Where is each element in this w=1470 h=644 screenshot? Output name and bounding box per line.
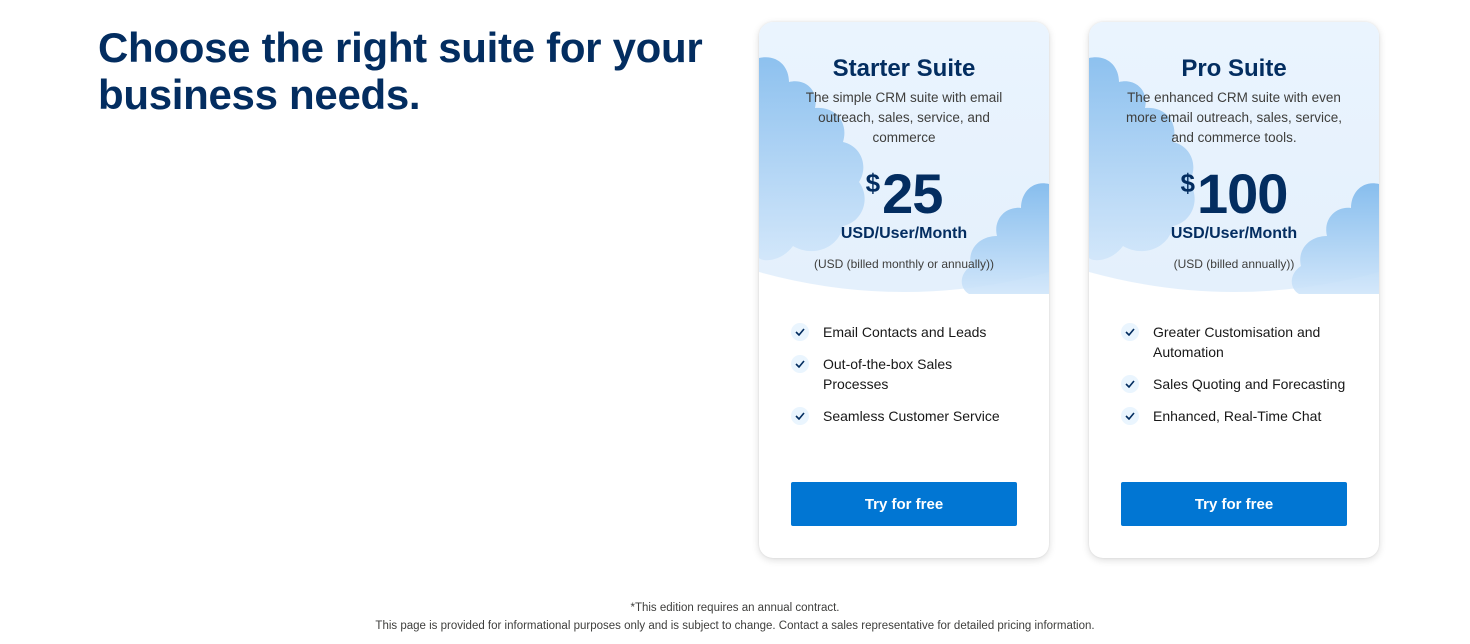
feature-text: Email Contacts and Leads — [823, 324, 987, 340]
feature-item: Seamless Customer Service — [791, 406, 1021, 426]
try-for-free-button[interactable]: Try for free — [791, 482, 1017, 526]
feature-text: Greater Customisation and Automation — [1153, 324, 1321, 360]
feature-list: Email Contacts and Leads Out-of-the-box … — [791, 322, 1021, 438]
price-amount: 25 — [882, 162, 943, 225]
price-display: $ 100 — [1089, 162, 1379, 226]
footnote-contract: *This edition requires an annual contrac… — [630, 602, 840, 614]
check-icon — [791, 407, 809, 425]
feature-text: Enhanced, Real-Time Chat — [1153, 408, 1322, 424]
check-icon — [1121, 323, 1139, 341]
feature-text: Seamless Customer Service — [823, 408, 1000, 424]
feature-item: Sales Quoting and Forecasting — [1121, 374, 1351, 394]
currency-symbol: $ — [865, 168, 881, 198]
plan-card-starter: Starter Suite The simple CRM suite with … — [759, 22, 1049, 558]
feature-text: Out-of-the-box Sales Processes — [823, 356, 953, 392]
feature-item: Greater Customisation and Automation — [1121, 322, 1351, 362]
check-icon — [791, 355, 809, 373]
price-unit: USD/User/Month — [1170, 225, 1298, 242]
plan-title: Pro Suite — [1181, 55, 1287, 82]
feature-item: Email Contacts and Leads — [791, 322, 1021, 342]
plan-card-pro: Pro Suite The enhanced CRM suite with ev… — [1089, 22, 1379, 558]
check-icon — [1121, 375, 1139, 393]
currency-symbol: $ — [1180, 168, 1196, 198]
pricing-footnote: *This edition requires an annual contrac… — [0, 599, 1470, 635]
price-amount: 100 — [1197, 162, 1288, 225]
feature-list: Greater Customisation and Automation Sal… — [1121, 322, 1351, 438]
page-headline: Choose the right suite for your business… — [98, 24, 703, 118]
feature-item: Enhanced, Real-Time Chat — [1121, 406, 1351, 426]
plan-description: The simple CRM suite with email outreach… — [805, 90, 1003, 145]
check-icon — [1121, 407, 1139, 425]
feature-item: Out-of-the-box Sales Processes — [791, 354, 1021, 394]
price-display: $ 25 — [759, 162, 1049, 226]
price-unit: USD/User/Month — [840, 225, 968, 242]
try-for-free-button[interactable]: Try for free — [1121, 482, 1347, 526]
footnote-disclaimer: This page is provided for informational … — [375, 620, 1095, 632]
feature-text: Sales Quoting and Forecasting — [1153, 376, 1346, 392]
plan-title: Starter Suite — [832, 55, 976, 82]
billing-note: (USD (billed monthly or annually)) — [813, 257, 995, 271]
billing-note: (USD (billed annually)) — [1173, 257, 1295, 271]
check-icon — [791, 323, 809, 341]
plan-description: The enhanced CRM suite with even more em… — [1125, 90, 1343, 145]
